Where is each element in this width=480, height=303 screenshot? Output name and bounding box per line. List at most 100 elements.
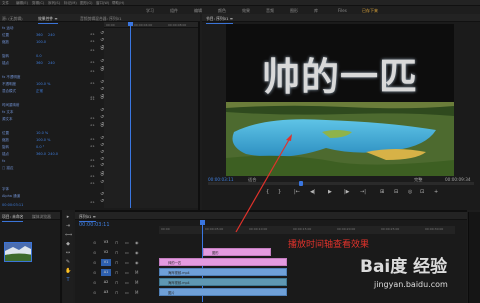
keyframe-nav-icon[interactable]: ◂ ▸ [90,47,95,53]
ripple-edit-tool-icon[interactable]: ⟺ [65,232,72,238]
lock-icon[interactable]: ⊓ [115,239,118,246]
tab-project[interactable]: 项目: 未命名 [2,214,24,222]
property-value[interactable]: 100.0 % [36,138,50,142]
property-value[interactable]: 360.0 [36,152,46,156]
eye-icon[interactable]: ◉ [135,259,139,266]
mute-icon[interactable]: M [135,269,138,276]
property-value[interactable]: 100.0 [36,40,46,44]
track-header[interactable]: ⊙ V2 ⊓ ▭ ◉ [75,248,159,257]
go-to-in-button[interactable]: |← [294,188,300,196]
sync-icon[interactable]: ▭ [125,249,129,256]
lift-button[interactable]: ⊞ [380,188,384,196]
track-target-icon[interactable]: ⊙ [93,259,96,266]
track-target-icon[interactable]: ⊙ [93,279,96,286]
go-to-out-button[interactable]: →| [360,188,366,196]
tab-media-browser[interactable]: 媒体浏览器 [32,214,51,220]
mark-out-button[interactable]: } [278,188,281,196]
effect-current-timecode[interactable]: 00:00:03:11 [2,203,23,207]
keyframe-nav-icon[interactable]: ◂ ▸ [90,180,95,186]
track-header[interactable]: ⊙ V1 ⊓ ▭ ◉ [75,258,159,267]
property-value-secondary[interactable]: 240 [48,33,55,37]
tab-source[interactable]: 源: (无剪辑) [2,16,23,22]
add-button[interactable]: + [434,188,438,196]
lock-icon[interactable]: ⊓ [115,269,118,276]
export-frame-button[interactable]: ◎ [408,188,412,196]
effect-timeline-ruler[interactable]: 00:00 00:00:04:00 00:00:08:00 [104,22,198,28]
selection-tool-icon[interactable]: ▸ [65,214,71,220]
property-value-secondary[interactable]: 240.0 [48,152,58,156]
mark-in-button[interactable]: { [266,188,269,196]
comparison-view-button[interactable]: ⊡ [420,188,424,196]
lock-icon[interactable]: ⊓ [115,249,118,256]
timeline-ruler[interactable]: 00:00 00:00:05:00 00:00:10:00 00:00:15:00 00… [159,226,455,234]
timeline-clip[interactable]: 帅的一匹 [159,258,287,266]
sync-icon[interactable]: ▭ [125,259,129,266]
track-label[interactable]: A2 [101,279,111,286]
keyframe-nav-icon[interactable]: ◂ ▸ [90,68,95,74]
clip-thumbnail[interactable] [4,242,32,262]
sync-icon[interactable]: ▭ [125,239,129,246]
menu-file[interactable]: 文件 [2,1,9,6]
slip-tool-icon[interactable]: ↔ [65,250,71,256]
effect-controls-timeline[interactable]: 00:00 00:00:04:00 00:00:08:00 [104,22,198,208]
timeline-clip[interactable]: 图片 [159,288,287,296]
eye-icon[interactable]: ◉ [135,249,139,256]
tab-effect-controls[interactable]: 效果控件 ≡ [38,16,58,24]
track-label[interactable]: A3 [101,289,111,296]
effect-playhead[interactable] [128,22,133,208]
workspace-files[interactable]: Files [338,8,347,13]
timeline-clip[interactable]: 图形 [203,248,271,256]
razor-tool-icon[interactable]: ◆ [65,241,71,247]
track-label[interactable]: V1 [101,259,111,266]
menu-edit[interactable]: 编辑(E) [16,1,28,6]
track-target-icon[interactable]: ⊙ [93,269,96,276]
step-back-button[interactable]: ◀| [310,188,316,196]
property-value[interactable]: 0.0 [36,54,42,58]
program-scrub-bar[interactable] [208,181,474,186]
property-value[interactable]: 10.0 % [36,131,48,135]
mute-icon[interactable]: M [135,279,138,286]
program-playhead-marker[interactable] [299,181,303,186]
property-value[interactable]: 360 [36,33,43,37]
lock-icon[interactable]: ⊓ [115,289,118,296]
keyframe-nav-icon[interactable]: ◂ ▸ [90,96,95,102]
menu-sequence[interactable]: 序列(S) [48,1,60,6]
track-target-icon[interactable]: ⊙ [93,239,96,246]
extract-button[interactable]: ⊟ [394,188,398,196]
type-tool-icon[interactable]: T [65,277,71,283]
menu-graphics[interactable]: 图形(G) [80,1,92,6]
sync-icon[interactable]: ▭ [125,289,129,296]
track-target-icon[interactable]: ⊙ [93,289,96,296]
sync-icon[interactable]: ▭ [125,279,129,286]
track-header[interactable]: ⊙ V3 ⊓ ▭ ◉ [75,238,159,247]
track-label[interactable]: A1 [101,269,111,276]
timeline-clip[interactable]: 海岸视频.mp4 [159,268,287,276]
mute-icon[interactable]: M [135,289,138,296]
track-header[interactable]: ⊙ A2 ⊓ ▭ M [75,278,159,287]
property-value[interactable]: 正常 [36,89,43,94]
track-label[interactable]: V3 [101,239,111,246]
play-button[interactable]: ▶ [328,188,332,196]
eye-icon[interactable]: ◉ [135,239,139,246]
track-select-tool-icon[interactable]: ⇥ [65,223,71,229]
keyframe-nav-icon[interactable]: ◂ ▸ [90,199,95,205]
property-value-secondary[interactable]: 240 [48,61,55,65]
timeline-timecode[interactable]: 00:00:03:11 [79,222,110,228]
track-header[interactable]: ⊙ A1 ⊓ ▭ M [75,268,159,277]
track-label[interactable]: V2 [101,249,111,256]
property-value[interactable]: 100.0 % [36,82,50,86]
pen-tool-icon[interactable]: ✎ [65,259,71,265]
hand-tool-icon[interactable]: ✋ [65,268,71,274]
track-header[interactable]: ⊙ A3 ⊓ ▭ M [75,288,159,297]
menu-clip[interactable]: 剪辑(C) [32,1,44,6]
timeline-clip[interactable]: 海岸视频.mp4 [159,278,287,286]
track-target-icon[interactable]: ⊙ [93,249,96,256]
sync-icon[interactable]: ▭ [125,269,129,276]
menu-marker[interactable]: 标记(M) [64,1,77,6]
tab-sequence[interactable]: 序列01 ≡ [79,214,96,222]
tab-program[interactable]: 节目: 序列01 ≡ [206,16,233,24]
keyframe-nav-icon[interactable]: ◂ ▸ [90,173,95,179]
lock-icon[interactable]: ⊓ [115,279,118,286]
property-value[interactable]: 360 [36,61,43,65]
step-forward-button[interactable]: |▶ [344,188,350,196]
